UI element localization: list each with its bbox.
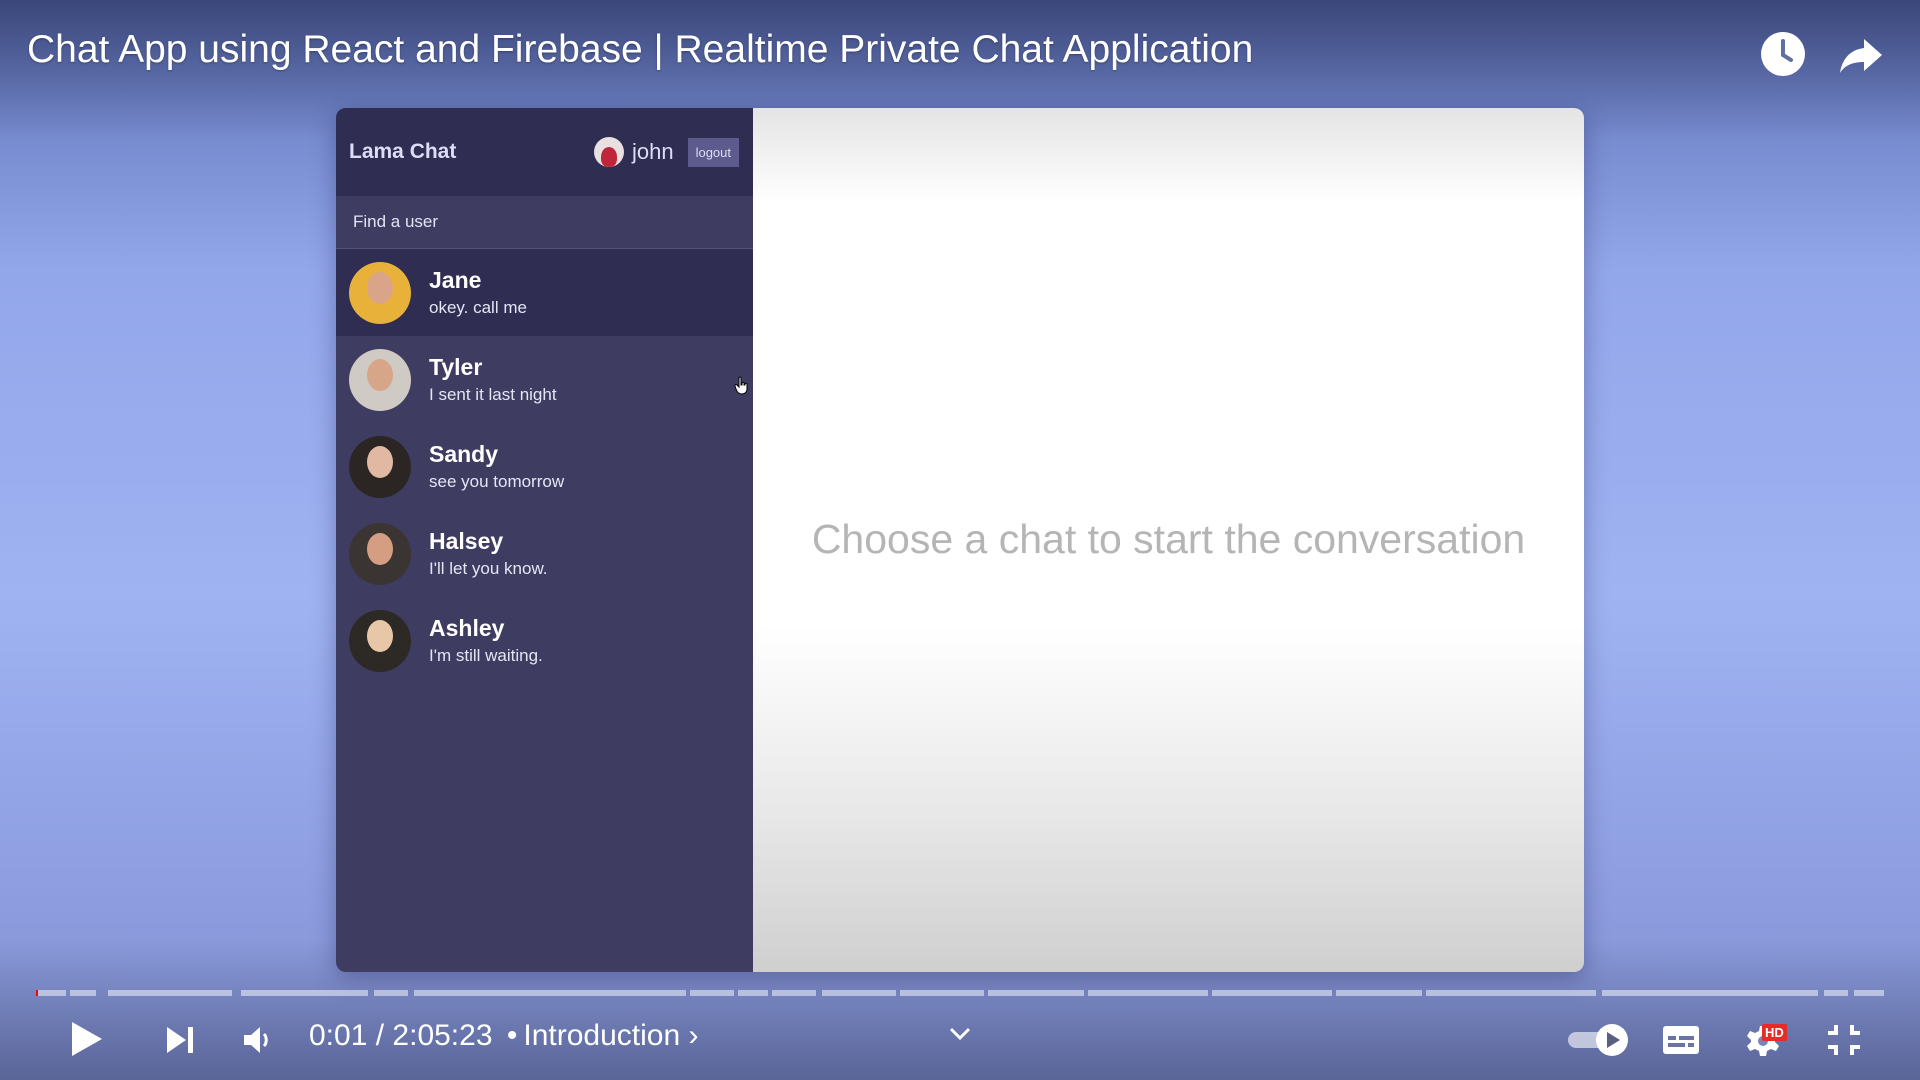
progress-chapter-segment	[1088, 990, 1208, 996]
progress-chapter-segment	[374, 990, 408, 996]
time-separator: /	[375, 1019, 385, 1052]
duration: 2:05:23	[392, 1019, 493, 1052]
time-display: 0:01 / 2:05:23 • Introduction ›	[309, 1019, 699, 1053]
empty-state-text: Choose a chat to start the conversation	[811, 515, 1526, 562]
progress-chapter-segment	[70, 990, 96, 996]
hand-cursor-icon	[734, 376, 748, 395]
subtitles-icon[interactable]	[1661, 1024, 1701, 1056]
video-title[interactable]: Chat App using React and Firebase | Real…	[27, 28, 1253, 72]
progress-chapter-segment	[738, 990, 768, 996]
progress-chapter-segment	[36, 990, 66, 996]
autoplay-toggle-icon[interactable]	[1566, 1021, 1630, 1059]
chat-info: Ashley I'm still waiting.	[429, 615, 543, 666]
chat-last-message: see you tomorrow	[429, 472, 565, 491]
chat-info: Tyler I sent it last night	[429, 354, 557, 405]
share-icon[interactable]	[1836, 29, 1886, 79]
chat-info: Halsey I'll let you know.	[429, 528, 548, 579]
chat-app-window: Lama Chat john logout Jane okey. call me T…	[336, 108, 1584, 972]
chat-last-message: I sent it last night	[429, 385, 557, 404]
chapter-separator: •	[506, 1019, 518, 1052]
chat-name: Jane	[429, 267, 482, 293]
user-avatar	[593, 137, 624, 167]
search-bar	[336, 196, 753, 249]
progress-chapter-segment	[900, 990, 984, 996]
chat-item-sandy[interactable]: Sandy see you tomorrow	[336, 423, 753, 510]
progress-chapter-segment	[1426, 990, 1596, 996]
avatar	[349, 348, 411, 411]
chat-name: Sandy	[429, 441, 499, 467]
play-icon[interactable]	[70, 1020, 104, 1058]
progress-chapter-segment	[1824, 990, 1848, 996]
chapter-title[interactable]: Introduction	[523, 1019, 680, 1052]
next-icon[interactable]	[165, 1025, 195, 1055]
chevron-down-icon[interactable]	[948, 1026, 972, 1042]
chat-item-ashley[interactable]: Ashley I'm still waiting.	[336, 597, 753, 684]
progress-chapter-segment	[690, 990, 734, 996]
progress-chapter-segment	[1336, 990, 1422, 996]
progress-chapter-segment	[108, 990, 232, 996]
avatar	[349, 435, 411, 498]
avatar	[349, 609, 411, 672]
avatar	[349, 522, 411, 585]
chat-name: Ashley	[429, 615, 505, 641]
navbar: Lama Chat john logout	[336, 108, 753, 196]
progress-bar[interactable]	[36, 990, 1884, 996]
chat-item-tyler[interactable]: Tyler I sent it last night	[336, 336, 753, 423]
find-user-input[interactable]	[351, 211, 738, 233]
chat-last-message: I'll let you know.	[429, 559, 548, 578]
progress-fill	[36, 990, 38, 996]
logout-button[interactable]: logout	[687, 137, 739, 167]
chat-list: Jane okey. call me Tyler I sent it last nig…	[336, 249, 753, 684]
chat-info: Sandy see you tomorrow	[429, 441, 564, 492]
chat-info: Jane okey. call me	[429, 267, 527, 318]
chat-last-message: I'm still waiting.	[429, 646, 543, 665]
progress-chapter-segment	[822, 990, 896, 996]
avatar	[349, 261, 411, 324]
chat-name: Tyler	[429, 354, 483, 380]
progress-chapter-segment	[1212, 990, 1332, 996]
progress-chapter-segment	[772, 990, 816, 996]
progress-chapter-segment	[414, 990, 686, 996]
progress-chapter-segment	[1602, 990, 1818, 996]
progress-chapter-segment	[1854, 990, 1884, 996]
clock-icon[interactable]	[1758, 29, 1808, 79]
current-time: 0:01	[309, 1019, 368, 1052]
current-user-name: john	[631, 139, 674, 164]
sidebar: Lama Chat john logout Jane okey. call me T…	[336, 108, 753, 972]
chat-item-jane[interactable]: Jane okey. call me	[336, 249, 753, 336]
chat-main-panel: Choose a chat to start the conversation	[753, 108, 1584, 972]
progress-chapter-segment	[988, 990, 1084, 996]
chat-item-halsey[interactable]: Halsey I'll let you know.	[336, 510, 753, 597]
hd-badge: HD	[1762, 1024, 1787, 1041]
chapter-chevron-icon[interactable]: ›	[689, 1019, 699, 1052]
volume-icon[interactable]	[242, 1025, 274, 1055]
progress-chapter-segment	[241, 990, 368, 996]
chat-last-message: okey. call me	[429, 298, 527, 317]
current-user: john logout	[593, 137, 739, 167]
chat-name: Halsey	[429, 528, 504, 554]
app-logo: Lama Chat	[349, 140, 457, 163]
exit-fullscreen-icon[interactable]	[1826, 1023, 1862, 1057]
